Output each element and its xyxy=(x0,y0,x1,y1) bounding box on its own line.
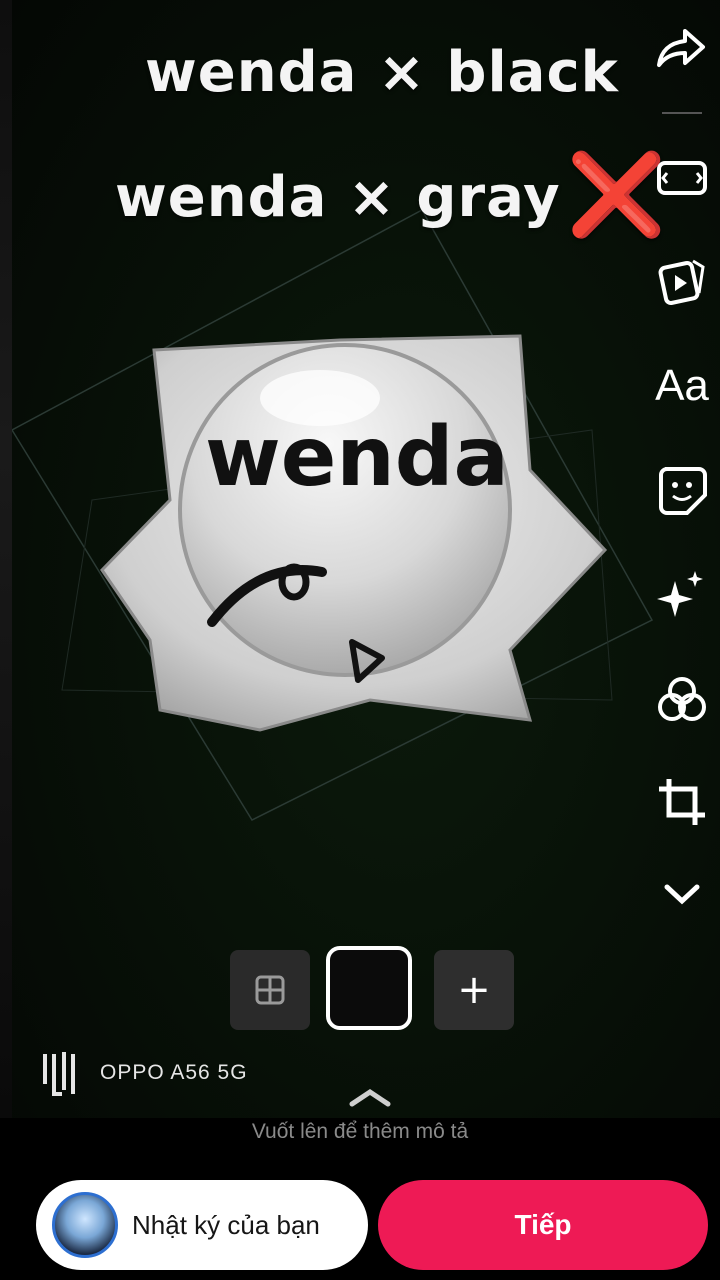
your-diary-button[interactable]: Nhật ký của bạn xyxy=(36,1180,368,1270)
overlay-text-line2[interactable]: wenda × gray❌ xyxy=(115,154,667,234)
rail-divider xyxy=(662,112,702,114)
text-tool[interactable]: Aa xyxy=(654,358,710,414)
add-clip-button[interactable]: + xyxy=(434,950,514,1030)
background-edge xyxy=(0,0,12,1118)
chevron-up-icon[interactable] xyxy=(348,1086,392,1108)
editor-tool-rail: Aa xyxy=(644,0,720,930)
avatar xyxy=(52,1192,118,1258)
next-button[interactable]: Tiếp xyxy=(378,1180,708,1270)
device-model: OPPO A56 5G xyxy=(100,1061,248,1084)
share-icon[interactable] xyxy=(654,20,710,76)
camera-brand-icon xyxy=(43,1052,75,1096)
filters-icon[interactable] xyxy=(654,672,710,728)
effects-icon[interactable] xyxy=(654,566,710,622)
current-clip-thumbnail[interactable] xyxy=(326,946,412,1030)
device-watermark: OPPO A56 5G xyxy=(42,1050,248,1096)
crop-icon[interactable] xyxy=(654,774,710,830)
video-clip-icon[interactable] xyxy=(654,252,710,308)
flower-sticker[interactable] xyxy=(90,320,630,740)
overlay-text-line1[interactable]: wenda × black xyxy=(145,40,619,105)
more-chevron-icon[interactable] xyxy=(654,866,710,922)
grid-icon xyxy=(255,975,285,1005)
sticker-icon[interactable] xyxy=(654,462,710,518)
overlay-text-line2-label: wenda × gray xyxy=(115,165,561,230)
your-diary-label: Nhật ký của bạn xyxy=(132,1209,320,1240)
template-grid-button[interactable] xyxy=(230,950,310,1030)
sticker-text[interactable]: wenda xyxy=(205,410,509,505)
swipe-up-hint[interactable]: Vuốt lên để thêm mô tả xyxy=(0,1120,720,1144)
aspect-ratio-icon[interactable] xyxy=(654,150,710,206)
